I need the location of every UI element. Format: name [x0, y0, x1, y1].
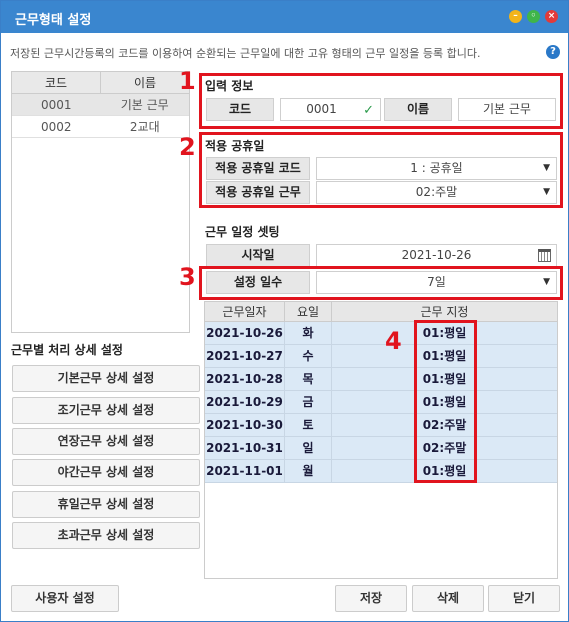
annotation-number-2: 2	[179, 133, 196, 161]
header-date: 근무일자	[205, 302, 285, 321]
annotation-box-2	[199, 132, 563, 208]
list-item-code: 0001	[40, 98, 72, 112]
row-date: 2021-10-30	[205, 414, 285, 436]
row-date: 2021-10-29	[205, 391, 285, 413]
description-text: 저장된 근무시간등록의 코드를 이용하여 순환되는 근무일에 대한 고유 형태의…	[10, 47, 481, 60]
table-row[interactable]: 2021-10-28 목 01:평일	[205, 368, 557, 391]
work-pattern-window: 근무형태 설정 – ◦ × 저장된 근무시간등록의 코드를 이용하여 순환되는 …	[0, 0, 569, 622]
row-day: 토	[285, 414, 332, 436]
help-icon[interactable]: ?	[546, 45, 560, 59]
header-day: 요일	[285, 302, 332, 321]
annotation-number-1: 1	[179, 67, 196, 95]
list-item-code: 0002	[40, 120, 72, 134]
holiday-work-detail-button[interactable]: 휴일근무 상세 설정	[12, 491, 200, 518]
table-row[interactable]: 2021-10-26 화 01:평일	[205, 322, 557, 345]
row-day: 목	[285, 368, 332, 390]
row-date: 2021-10-28	[205, 368, 285, 390]
maximize-icon[interactable]: ◦	[527, 10, 540, 23]
list-item[interactable]: 0002 2교대	[12, 116, 189, 138]
list-item-name: 2교대	[129, 120, 160, 134]
title-bar: 근무형태 설정 – ◦ ×	[1, 1, 568, 33]
row-day: 일	[285, 437, 332, 459]
table-row[interactable]: 2021-10-30 토 02:주말	[205, 414, 557, 437]
night-work-detail-button[interactable]: 야간근무 상세 설정	[12, 459, 200, 486]
annotation-number-3: 3	[179, 263, 196, 291]
row-date: 2021-10-26	[205, 322, 285, 344]
detail-section-title: 근무별 처리 상세 설정	[11, 343, 123, 357]
start-date-field[interactable]: 2021-10-26	[316, 244, 557, 267]
table-row[interactable]: 2021-10-27 수 01:평일	[205, 345, 557, 368]
close-button[interactable]: 닫기	[488, 585, 560, 612]
early-work-detail-button[interactable]: 조기근무 상세 설정	[12, 397, 200, 424]
save-button[interactable]: 저장	[335, 585, 407, 612]
header-code: 코드	[12, 72, 101, 93]
annotation-box-3	[199, 266, 563, 300]
list-item-name: 기본 근무	[120, 98, 169, 112]
schedule-grid: 근무일자 요일 근무 지정 2021-10-26 화 01:평일 2021-10…	[204, 301, 558, 579]
window-title: 근무형태 설정	[15, 13, 92, 28]
grid-header: 근무일자 요일 근무 지정	[205, 302, 557, 322]
overtime-work-detail-button[interactable]: 초과근무 상세 설정	[12, 522, 200, 549]
start-date-value: 2021-10-26	[401, 248, 472, 262]
row-day: 금	[285, 391, 332, 413]
row-date: 2021-10-27	[205, 345, 285, 367]
annotation-box-1	[199, 73, 563, 129]
row-day: 수	[285, 345, 332, 367]
annotation-number-4: 4	[385, 327, 402, 355]
code-list-header: 코드 이름	[12, 72, 189, 94]
header-work: 근무 지정	[420, 305, 469, 319]
code-list: 코드 이름 0001 기본 근무 0002 2교대	[11, 71, 190, 333]
table-row[interactable]: 2021-10-29 금 01:평일	[205, 391, 557, 414]
row-day: 화	[285, 322, 332, 344]
start-date-label: 시작일	[206, 244, 310, 267]
list-item[interactable]: 0001 기본 근무	[12, 94, 189, 116]
schedule-title: 근무 일정 셋팅	[205, 225, 280, 239]
minimize-icon[interactable]: –	[509, 10, 522, 23]
delete-button[interactable]: 삭제	[412, 585, 484, 612]
table-row[interactable]: 2021-11-01 월 01:평일	[205, 460, 557, 483]
row-date: 2021-11-01	[205, 460, 285, 482]
row-day: 월	[285, 460, 332, 482]
user-settings-button[interactable]: 사용자 설정	[11, 585, 119, 612]
extended-work-detail-button[interactable]: 연장근무 상세 설정	[12, 428, 200, 455]
header-name: 이름	[133, 76, 157, 90]
calendar-icon[interactable]	[538, 249, 551, 262]
table-row[interactable]: 2021-10-31 일 02:주말	[205, 437, 557, 460]
annotation-box-4	[414, 320, 477, 483]
basic-work-detail-button[interactable]: 기본근무 상세 설정	[12, 365, 200, 392]
row-date: 2021-10-31	[205, 437, 285, 459]
close-icon[interactable]: ×	[545, 10, 558, 23]
